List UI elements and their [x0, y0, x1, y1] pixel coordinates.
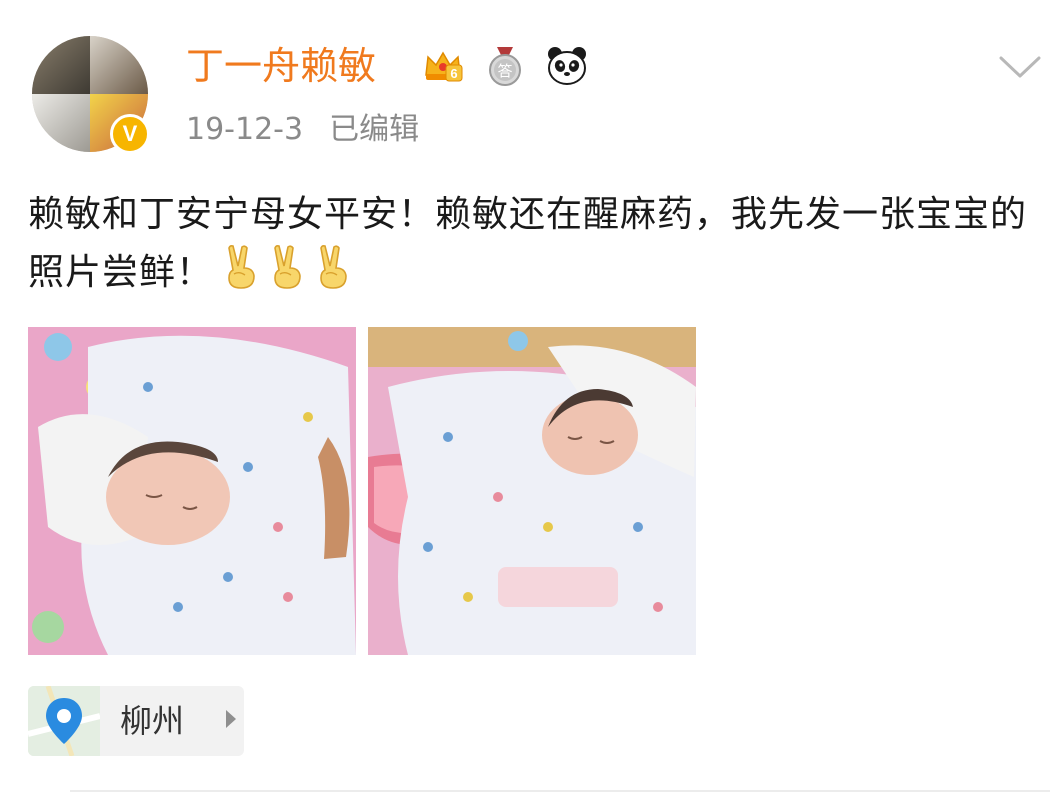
victory-hand-icon	[228, 244, 255, 289]
crown-level-number: 6	[450, 66, 457, 81]
post-body: 赖敏和丁安宁母女平安！赖敏还在醒麻药，我先发一张宝宝的照片尝鲜！	[28, 186, 1038, 302]
chevron-down-icon[interactable]	[998, 52, 1042, 82]
location-tag[interactable]: 柳州	[28, 686, 244, 756]
verified-v-icon: V	[110, 114, 150, 154]
victory-hand-icon	[320, 244, 347, 289]
baby-photo-2[interactable]	[368, 327, 696, 655]
medal-label: 答	[497, 62, 512, 80]
emoji-group	[221, 244, 355, 290]
map-thumbnail	[28, 686, 100, 756]
location-label[interactable]: 柳州	[120, 700, 184, 742]
victory-hand-icon	[274, 244, 301, 289]
divider	[70, 790, 1050, 792]
crown-level-badge-icon[interactable]: 6	[422, 45, 464, 87]
author-badges: 6 答	[422, 44, 588, 88]
chevron-right-icon	[226, 710, 236, 728]
panda-badge-icon[interactable]	[546, 45, 588, 87]
author-name[interactable]: 丁一舟赖敏	[186, 40, 376, 92]
post-date: 19-12-3	[186, 112, 304, 147]
weibo-post: V 丁一舟赖敏 6 答 19-12-3 已编辑 赖敏和丁安宁母女平安！赖敏还在醒…	[0, 0, 1063, 794]
post-text: 赖敏和丁安宁母女平安！赖敏还在醒麻药，我先发一张宝宝的照片尝鲜！	[28, 194, 1028, 293]
medal-answer-badge-icon[interactable]: 答	[484, 45, 526, 87]
post-meta: 19-12-3 已编辑	[186, 110, 419, 150]
baby-photo-1[interactable]	[28, 327, 356, 655]
edited-label[interactable]: 已编辑	[329, 112, 419, 147]
